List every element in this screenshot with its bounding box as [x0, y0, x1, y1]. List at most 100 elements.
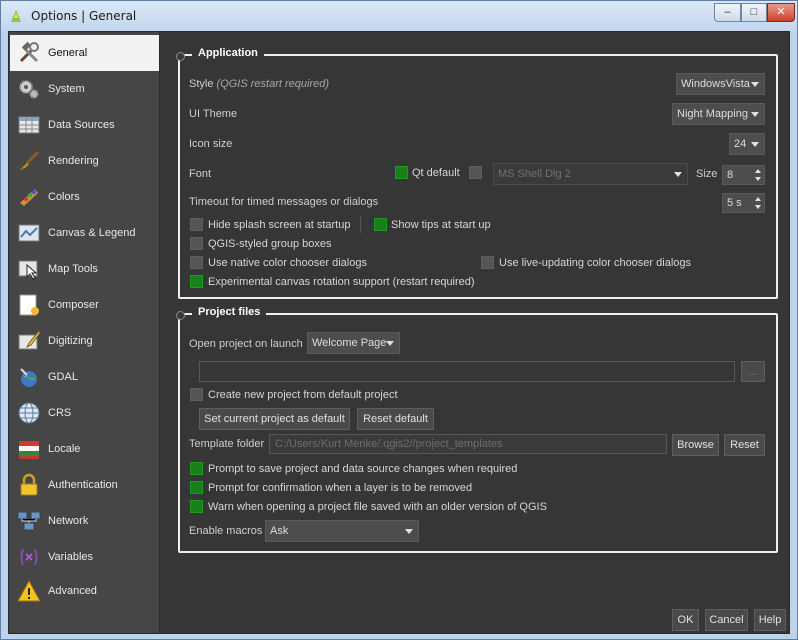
live-color-checkbox[interactable]: [481, 256, 494, 269]
window-title: Options | General: [31, 9, 137, 23]
open-project-combobox[interactable]: Welcome Page: [307, 332, 400, 354]
globe-icon: [16, 400, 42, 426]
options-window: Options | General – □ ✕ General System D…: [0, 0, 798, 640]
brush-icon: [16, 148, 42, 174]
chevron-down-icon: [751, 142, 759, 147]
maximize-button[interactable]: □: [741, 3, 767, 22]
sidebar-item-label: Authentication: [48, 479, 118, 491]
sidebar-item-label: Advanced: [48, 585, 97, 597]
spin-up-icon[interactable]: [755, 197, 761, 201]
icon-size-label: Icon size: [189, 138, 233, 150]
spin-down-icon[interactable]: [755, 205, 761, 209]
tools-icon: [16, 40, 42, 66]
close-button[interactable]: ✕: [767, 3, 795, 22]
warn-old-version-checkbox[interactable]: [190, 500, 203, 513]
sidebar-item-canvas-legend[interactable]: Canvas & Legend: [10, 215, 159, 251]
warning-icon: [16, 578, 42, 604]
sidebar-item-locale[interactable]: Locale: [10, 431, 159, 467]
icon-size-combobox[interactable]: 24: [729, 133, 765, 155]
group-boxes-checkbox[interactable]: [190, 237, 203, 250]
sidebar-item-authentication[interactable]: Authentication: [10, 467, 159, 503]
sidebar-item-system[interactable]: System: [10, 71, 159, 107]
project-path-field[interactable]: [199, 361, 735, 382]
canvas-rotation-checkbox[interactable]: [190, 275, 203, 288]
show-tips-label: Show tips at start up: [391, 219, 491, 231]
reset-default-button[interactable]: Reset default: [357, 408, 434, 430]
template-folder-field[interactable]: C:/Users/Kurt Menke/.qgis2//project_temp…: [269, 434, 667, 454]
font-label: Font: [189, 168, 212, 180]
sidebar-item-general[interactable]: General: [10, 35, 159, 71]
custom-font-checkbox[interactable]: [469, 166, 482, 179]
enable-macros-combobox[interactable]: Ask: [265, 520, 419, 542]
native-color-label: Use native color chooser dialogs: [208, 257, 367, 269]
show-tips-checkbox[interactable]: [374, 218, 387, 231]
chevron-down-icon: [674, 172, 682, 177]
sidebar-item-colors[interactable]: Colors: [10, 179, 159, 215]
native-color-checkbox[interactable]: [190, 256, 203, 269]
sidebar-item-advanced[interactable]: Advanced: [10, 573, 159, 609]
reset-button[interactable]: Reset: [724, 434, 765, 456]
chevron-down-icon: [751, 82, 759, 87]
live-color-label: Use live-updating color chooser dialogs: [499, 257, 691, 269]
timeout-label: Timeout for timed messages or dialogs: [189, 196, 379, 208]
title-bar[interactable]: Options | General – □ ✕: [1, 1, 797, 31]
table-icon: [16, 112, 42, 138]
warn-old-version-label: Warn when opening a project file saved w…: [208, 501, 547, 513]
minimize-button[interactable]: –: [714, 3, 741, 22]
gdal-icon: [16, 364, 42, 390]
sidebar-item-composer[interactable]: Composer: [10, 287, 159, 323]
sidebar-item-label: CRS: [48, 407, 72, 419]
application-group-title[interactable]: Application: [192, 47, 264, 59]
application-group: Application Style (QGIS restart required…: [176, 47, 778, 299]
hide-splash-label: Hide splash screen at startup: [208, 219, 351, 231]
sidebar-item-label: Rendering: [48, 155, 99, 167]
collapse-arrow-icon[interactable]: [176, 52, 185, 61]
create-default-label: Create new project from default project: [208, 389, 398, 401]
sidebar-item-map-tools[interactable]: Map Tools: [10, 251, 159, 287]
ui-theme-combobox[interactable]: Night Mapping: [672, 103, 765, 125]
sidebar-item-label: Variables: [48, 551, 94, 563]
collapse-arrow-icon[interactable]: [176, 311, 185, 320]
sidebar-item-label: Data Sources: [48, 119, 115, 131]
browse-small-button[interactable]: ...: [741, 361, 765, 382]
sidebar-item-gdal[interactable]: GDAL: [10, 359, 159, 395]
font-size-spinbox[interactable]: 8: [722, 165, 765, 185]
cancel-button[interactable]: Cancel: [705, 609, 748, 631]
canvas-rotation-label: Experimental canvas rotation support (re…: [208, 276, 475, 288]
sidebar-item-digitizing[interactable]: Digitizing: [10, 323, 159, 359]
group-boxes-label: QGIS-styled group boxes: [208, 238, 332, 250]
ok-button[interactable]: OK: [672, 609, 699, 631]
sidebar-item-variables[interactable]: Variables: [10, 539, 159, 575]
project-files-group-title[interactable]: Project files: [192, 306, 267, 318]
project-files-group: Project files Open project on launch Wel…: [176, 306, 778, 553]
qt-default-label: Qt default: [412, 167, 460, 179]
options-sidebar: General System Data Sources Rendering Co…: [9, 32, 160, 633]
size-label: Size: [696, 168, 718, 180]
sidebar-item-data-sources[interactable]: Data Sources: [10, 107, 159, 143]
prompt-save-checkbox[interactable]: [190, 462, 203, 475]
help-button[interactable]: Help: [754, 609, 786, 631]
style-label: Style (QGIS restart required): [189, 78, 330, 90]
sidebar-item-network[interactable]: Network: [10, 503, 159, 539]
set-default-button[interactable]: Set current project as default: [199, 408, 350, 430]
ui-theme-label: UI Theme: [189, 108, 238, 120]
browse-button[interactable]: Browse: [672, 434, 719, 456]
sidebar-item-rendering[interactable]: Rendering: [10, 143, 159, 179]
create-default-checkbox[interactable]: [190, 388, 203, 401]
prompt-remove-label: Prompt for confirmation when a layer is …: [208, 482, 473, 494]
prompt-remove-checkbox[interactable]: [190, 481, 203, 494]
hide-splash-checkbox[interactable]: [190, 218, 203, 231]
separator: [360, 216, 361, 233]
digitizing-icon: [16, 328, 42, 354]
sidebar-item-label: Network: [48, 515, 89, 527]
sidebar-item-label: Colors: [48, 191, 80, 203]
spin-down-icon[interactable]: [755, 177, 761, 181]
sidebar-item-label: Locale: [48, 443, 81, 455]
font-family-combobox[interactable]: MS Shell Dlg 2: [493, 163, 688, 185]
qt-default-checkbox[interactable]: [395, 166, 408, 179]
timeout-spinbox[interactable]: 5 s: [722, 193, 765, 213]
sidebar-item-crs[interactable]: CRS: [10, 395, 159, 431]
style-combobox[interactable]: WindowsVista: [676, 73, 765, 95]
spin-up-icon[interactable]: [755, 169, 761, 173]
canvas-icon: [16, 220, 42, 246]
